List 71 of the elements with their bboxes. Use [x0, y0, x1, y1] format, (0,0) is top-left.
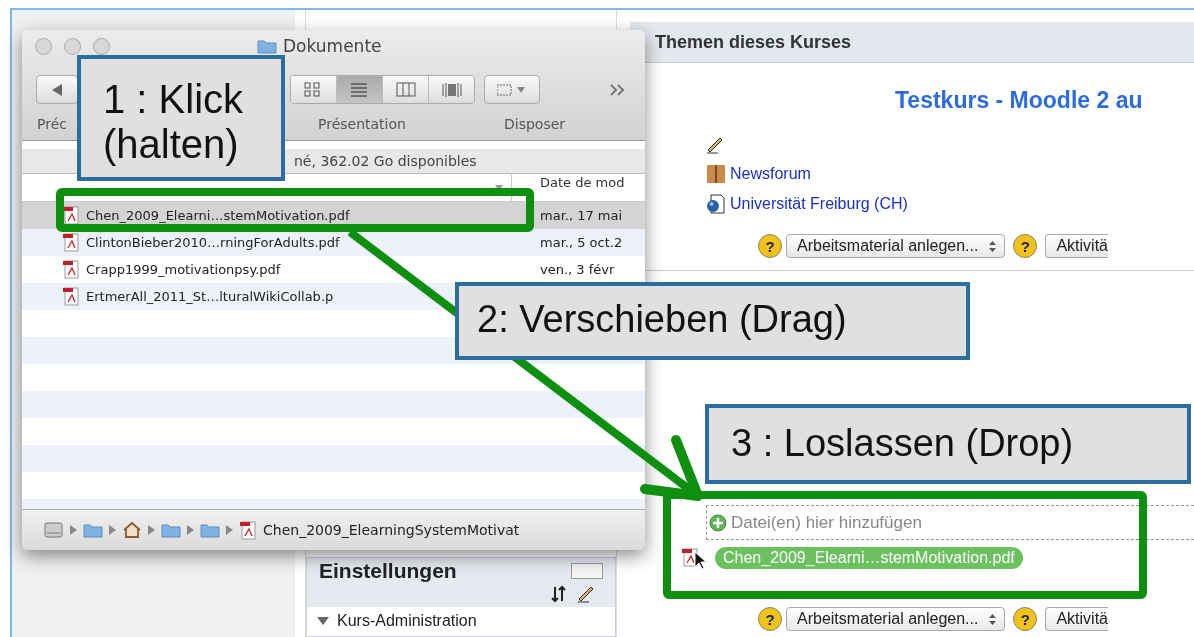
view-mode-control[interactable]: [290, 75, 475, 104]
file-name: ErtmerAll_2011_St…lturalWikiCollab.p: [86, 289, 334, 304]
view-mode-button[interactable]: [336, 76, 382, 103]
updown-icon: [989, 614, 997, 625]
resource-select[interactable]: Arbeitsmaterial anlegen...: [786, 234, 1006, 258]
view-mode-button[interactable]: [428, 76, 474, 103]
back-button[interactable]: [36, 75, 78, 104]
step-callout-tooltip: 3 : Loslassen (Drop): [705, 404, 1191, 484]
help-icon[interactable]: ?: [1013, 234, 1038, 258]
folder-icon: [200, 521, 220, 539]
arrange-button[interactable]: [484, 75, 540, 104]
path-separator-icon: [109, 525, 116, 535]
window-control-button[interactable]: [93, 37, 110, 55]
pdf-file-icon: [239, 520, 257, 540]
edit-icon[interactable]: [706, 136, 724, 154]
pdf-file-icon: [62, 260, 80, 279]
resource-select[interactable]: Arbeitsmaterial anlegen...: [786, 607, 1006, 631]
toolbar-label: Préc: [37, 116, 67, 132]
file-date: ven., 3 févr: [539, 262, 615, 277]
view-mode-button[interactable]: [382, 76, 428, 103]
activity-select[interactable]: Aktivitä: [1045, 234, 1108, 258]
updown-icon: [989, 241, 997, 252]
folder-icon: [161, 521, 181, 539]
help-icon[interactable]: ?: [758, 234, 782, 258]
drop-zone[interactable]: Datei(en) hier hinzufügen: [706, 505, 1194, 540]
pdf-file-icon: [62, 287, 80, 306]
activity-link[interactable]: Newsforum: [730, 165, 811, 183]
block-title: Einstellungen: [319, 559, 457, 583]
coverflow-view-icon: [441, 81, 462, 98]
view-mode-button[interactable]: [291, 76, 336, 103]
expand-triangle-icon[interactable]: [317, 617, 329, 625]
user-folder-icon: [83, 521, 103, 539]
toolbar-label: Disposer: [504, 116, 566, 132]
move-arrows-icon[interactable]: [551, 585, 567, 603]
dragged-file-label: Chen_2009_Elearni…stemMotivation.pdf: [715, 547, 1023, 569]
help-icon[interactable]: ?: [1013, 607, 1038, 631]
home-icon: [122, 521, 142, 539]
pdf-file-icon: [62, 233, 80, 252]
columns-view-icon: [395, 81, 416, 98]
path-separator-icon: [226, 525, 233, 535]
toolbar-label: Présentation: [318, 116, 406, 132]
activity-link[interactable]: Universität Freiburg (CH): [730, 195, 908, 213]
step-callout-tooltip: 1 : Klick (halten): [77, 55, 285, 181]
activity-select[interactable]: Aktivitä: [1045, 607, 1108, 631]
pdf-file-icon: [62, 206, 80, 225]
list-view-icon: [349, 81, 370, 98]
step-callout-tooltip: 2: Verschieben (Drag): [455, 282, 970, 360]
window-control-button[interactable]: [64, 37, 81, 55]
file-name: ClintonBieber2010…rningForAdults.pdf: [86, 235, 340, 250]
file-name: Chen_2009_Elearni…stemMotivation.pdf: [86, 208, 350, 223]
forum-icon: [706, 164, 726, 184]
help-icon[interactable]: ?: [758, 607, 782, 631]
grid-dropdown-icon: [497, 83, 527, 96]
section-header: Themen dieses Kurses: [630, 22, 1194, 63]
file-name: Crapp1999_motivationpsy.pdf: [86, 262, 281, 277]
double-chevron-icon[interactable]: [610, 84, 626, 96]
course-title: Testkurs - Moodle 2 au: [895, 87, 1144, 114]
file-row[interactable]: Crapp1999_motivationpsy.pdf ven., 3 févr: [22, 256, 645, 283]
path-file-name: Chen_2009_ElearningSystemMotivat: [263, 522, 520, 538]
sort-icon: [495, 184, 503, 191]
edit-icon[interactable]: [577, 585, 595, 603]
globe-page-icon: [706, 194, 726, 214]
plus-icon: [709, 513, 727, 532]
file-date: mar., 5 oct.2: [539, 235, 623, 250]
left-triangle-icon: [52, 83, 62, 96]
dock-button[interactable]: [571, 563, 603, 579]
column-header[interactable]: Date de mod: [512, 174, 625, 190]
window-title: Dokumente: [283, 36, 382, 56]
file-date: mar., 17 mai: [539, 208, 623, 223]
drop-zone-hint: Datei(en) hier hinzufügen: [731, 512, 922, 533]
window-control-button[interactable]: [35, 37, 52, 55]
